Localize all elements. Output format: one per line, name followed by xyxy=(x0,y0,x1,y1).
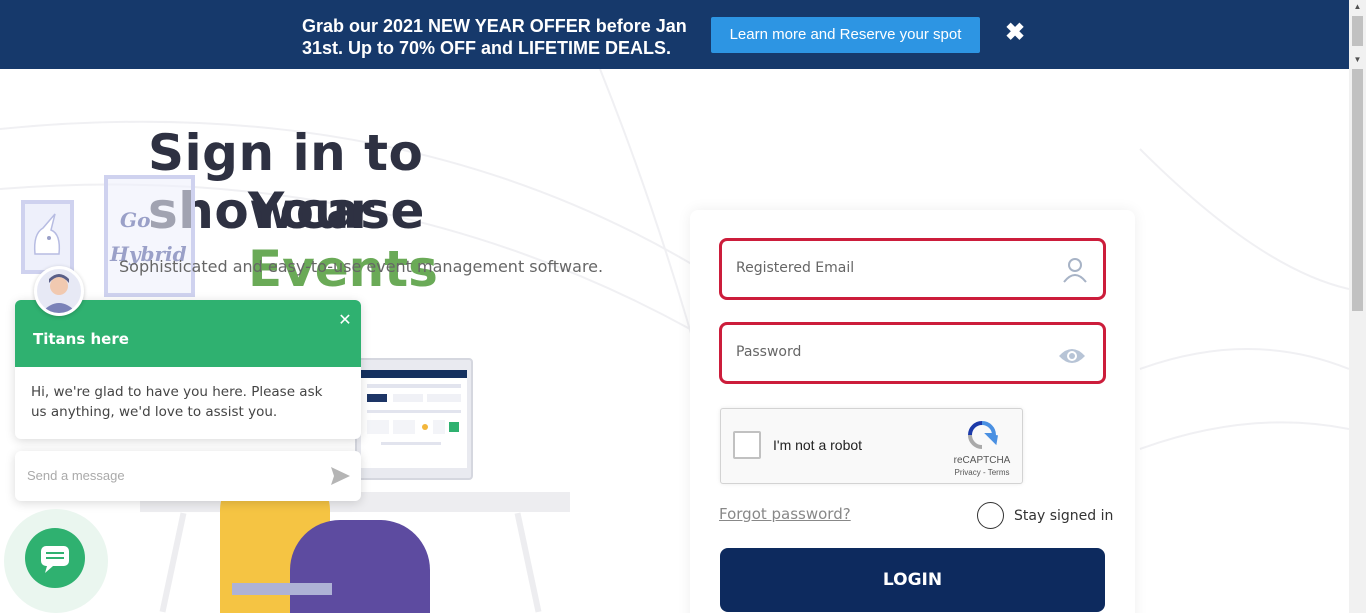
page-scrollbar-thumb[interactable] xyxy=(1352,69,1363,311)
stay-signed-in-label: Stay signed in xyxy=(1014,508,1114,524)
email-field[interactable]: Registered Email xyxy=(719,238,1106,300)
chat-launcher-button[interactable] xyxy=(25,528,85,588)
password-field-label: Password xyxy=(736,344,802,360)
promo-text: Grab our 2021 NEW YEAR OFFER before Jan … xyxy=(302,15,702,59)
recaptcha-terms-link[interactable]: Privacy - Terms xyxy=(943,468,1021,477)
frame-text-go: Go xyxy=(120,208,151,232)
chat-title: Titans here xyxy=(33,330,129,348)
promo-text-line-1: Grab our 2021 NEW YEAR OFFER before Jan xyxy=(302,16,687,36)
title-prefix: Your xyxy=(248,182,375,240)
recaptcha-brand: reCAPTCHA xyxy=(953,455,1011,466)
chat-bubble-icon xyxy=(41,546,69,573)
person-legs-illustration xyxy=(290,520,430,613)
scrollbar[interactable]: ▲ ▼ xyxy=(1349,0,1366,613)
monitor-illustration xyxy=(355,358,473,480)
chat-input-placeholder: Send a message xyxy=(27,468,125,483)
close-icon[interactable]: ✖ xyxy=(1003,19,1027,47)
agent-avatar-icon xyxy=(41,274,77,313)
scroll-up-arrow-icon[interactable]: ▲ xyxy=(1349,0,1366,14)
recaptcha-label: I'm not a robot xyxy=(773,437,863,453)
promo-text-line-2: 31st. Up to 70% OFF and LIFETIME DEALS. xyxy=(302,38,672,58)
stay-signed-in-checkbox[interactable] xyxy=(977,502,1004,529)
recaptcha-logo-icon xyxy=(968,421,998,449)
chat-message-input[interactable]: Send a message xyxy=(15,451,361,501)
scrollbar-thumb[interactable] xyxy=(1352,16,1363,46)
stool-illustration xyxy=(232,583,332,595)
go-hybrid-frame: Go Hybrid xyxy=(104,175,195,297)
forgot-password-link[interactable]: Forgot password? xyxy=(719,505,851,523)
reserve-spot-button[interactable]: Learn more and Reserve your spot xyxy=(711,17,980,53)
login-button[interactable]: LOGIN xyxy=(720,548,1105,612)
recaptcha-checkbox[interactable] xyxy=(733,431,761,459)
unicorn-frame xyxy=(21,200,74,274)
eye-icon[interactable] xyxy=(1058,343,1086,369)
promo-banner: Grab our 2021 NEW YEAR OFFER before Jan … xyxy=(0,0,1349,69)
unicorn-icon xyxy=(33,213,61,255)
chat-welcome-message: Hi, we're glad to have you here. Please … xyxy=(31,384,323,420)
dashboard-screenshot xyxy=(361,370,467,468)
send-icon[interactable] xyxy=(329,465,351,487)
recaptcha-widget: I'm not a robot reCAPTCHA Privacy - Term… xyxy=(720,408,1023,484)
page-subtitle: Sophisticated and easy-to-use event mana… xyxy=(119,257,604,276)
avatar xyxy=(34,266,84,316)
chat-widget: Titans here ✕ Hi, we're glad to have you… xyxy=(15,300,361,439)
user-icon xyxy=(1063,258,1087,283)
password-field[interactable]: Password xyxy=(719,322,1106,384)
dashboard-graphic xyxy=(361,370,467,445)
close-icon[interactable]: ✕ xyxy=(337,310,353,330)
page-title-line-2: Your Events xyxy=(248,182,548,298)
scroll-down-arrow-icon[interactable]: ▼ xyxy=(1349,53,1366,67)
email-field-label: Registered Email xyxy=(736,260,855,276)
